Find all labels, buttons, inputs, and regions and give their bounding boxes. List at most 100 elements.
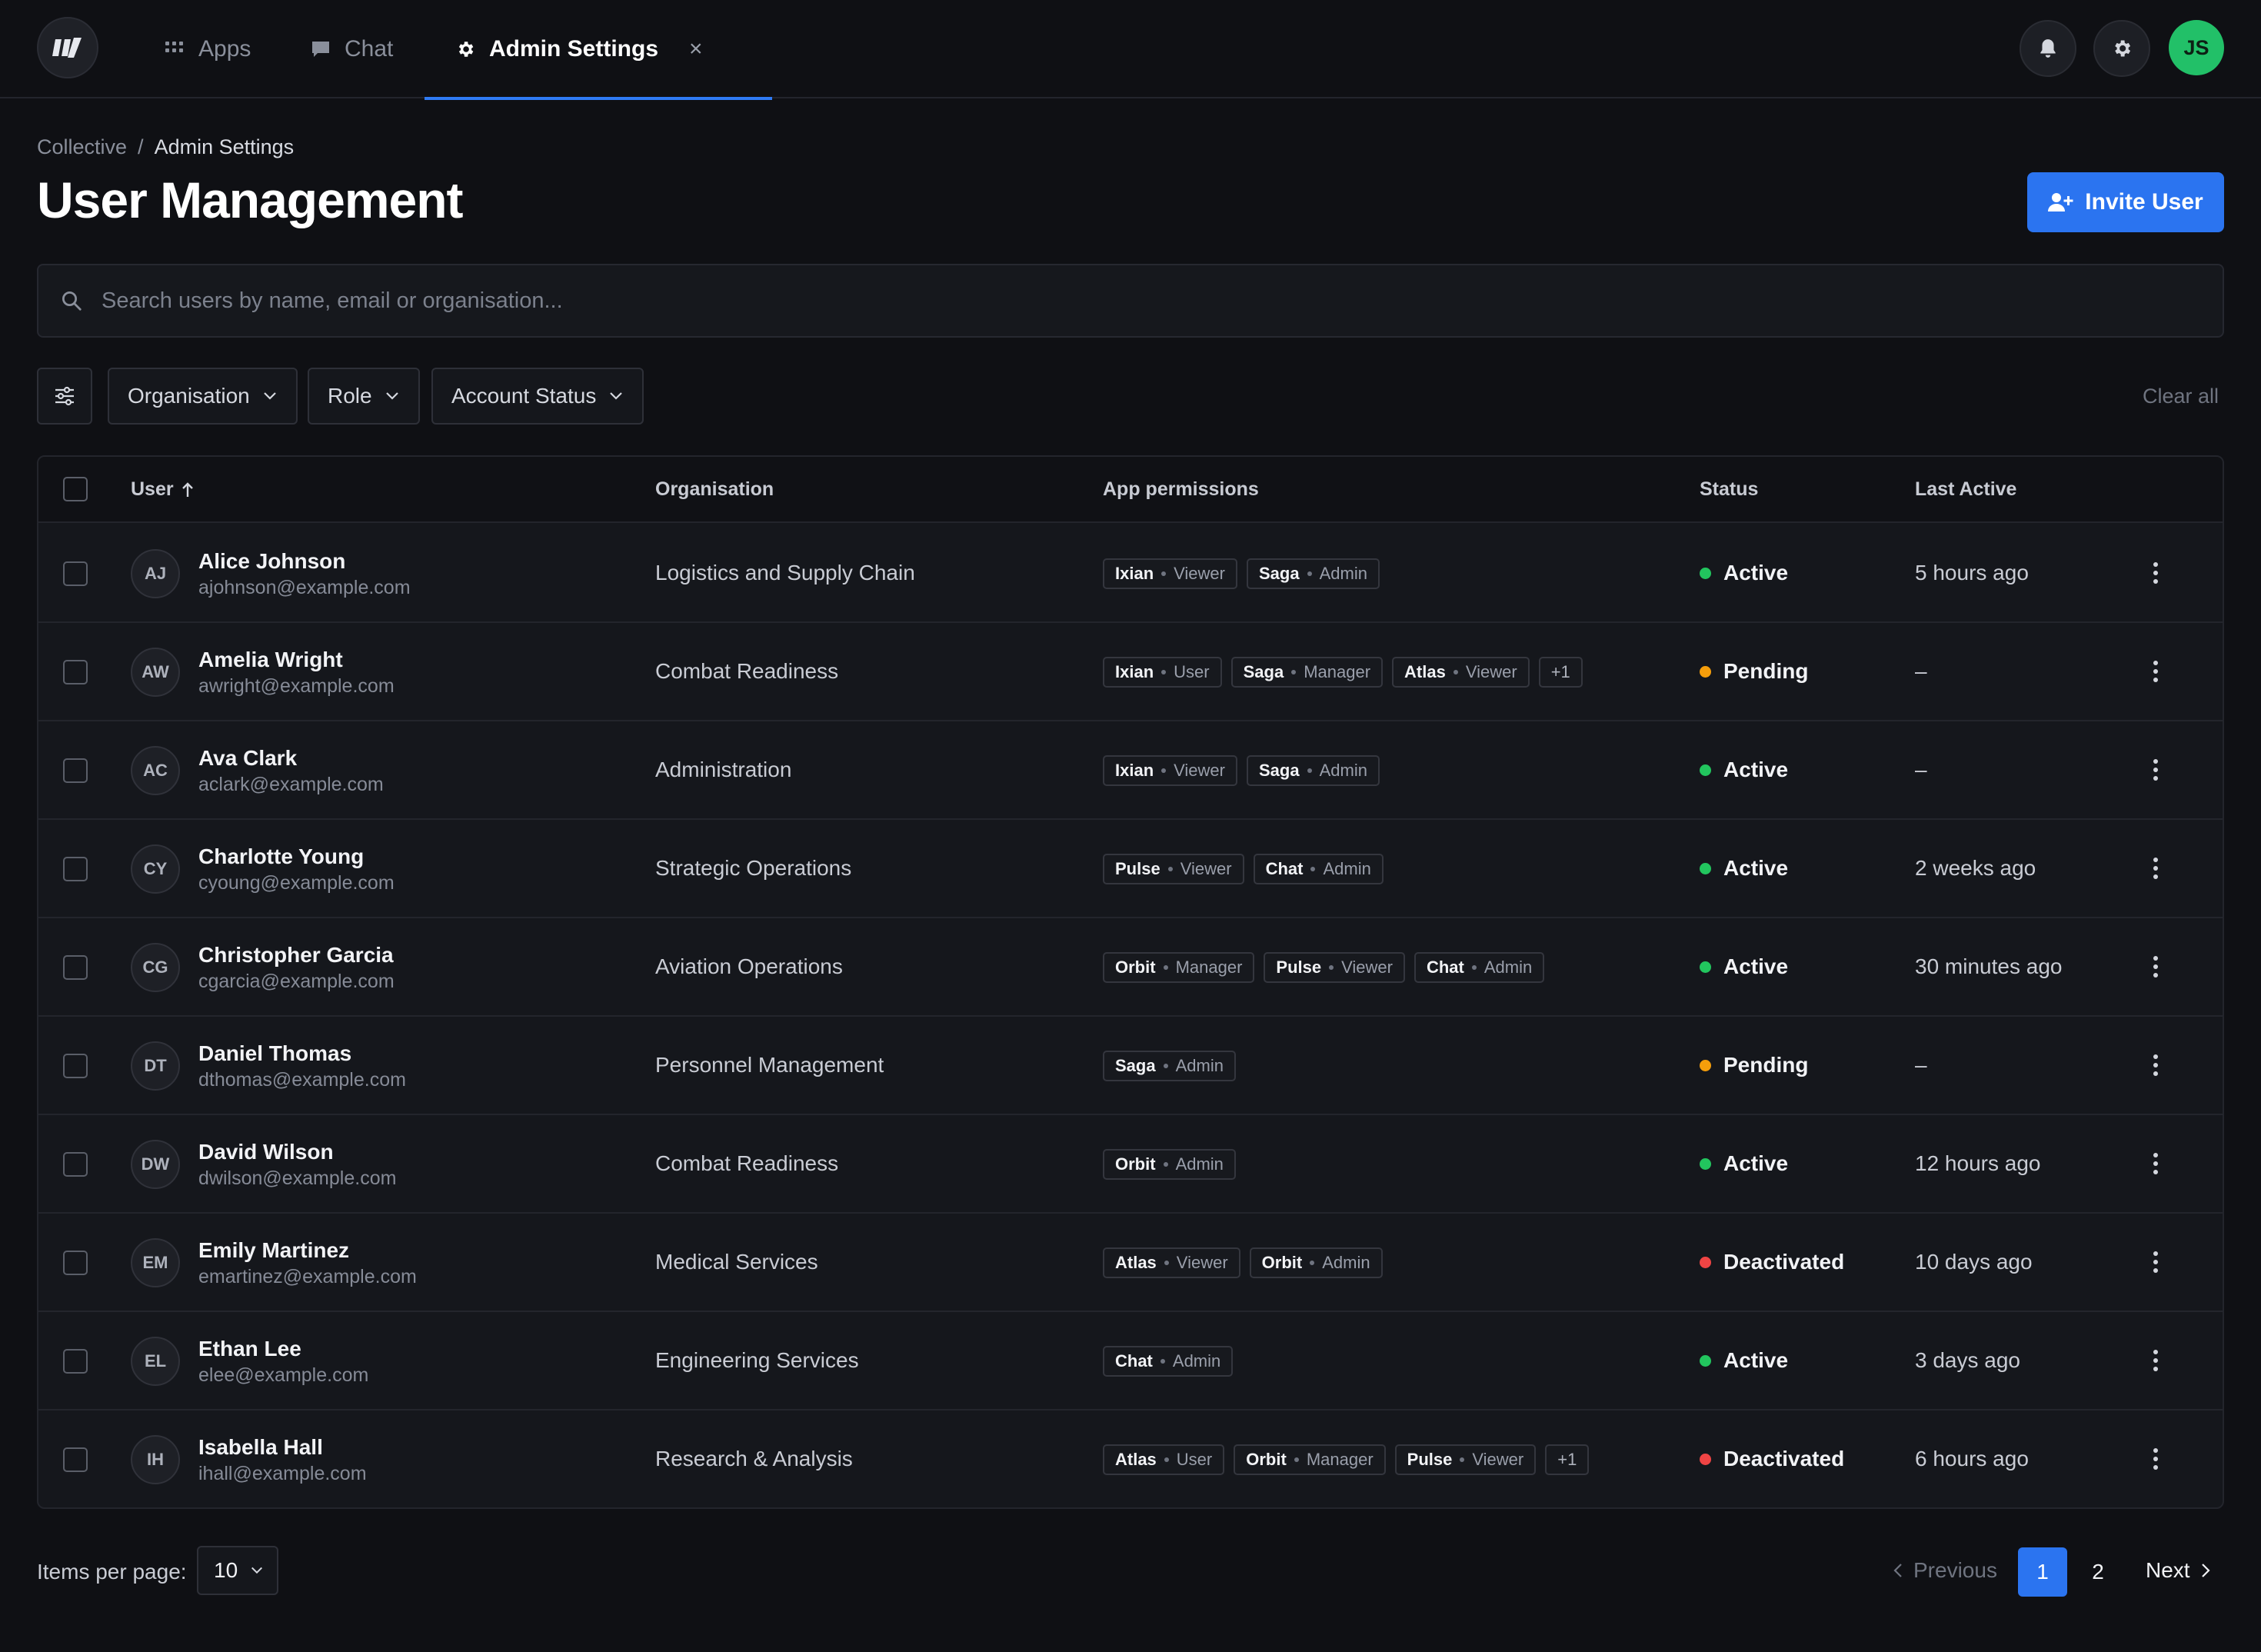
table-row[interactable]: EM Emily Martinez emartinez@example.com Med… — [38, 1214, 2223, 1312]
separator-dot-icon — [1329, 965, 1334, 970]
permission-app: Orbit — [1261, 1253, 1303, 1272]
grid-icon — [165, 39, 185, 59]
invite-user-button[interactable]: Invite User — [2027, 172, 2224, 232]
user-organisation: Aviation Operations — [655, 954, 843, 978]
status-dot-icon — [1700, 1157, 1711, 1170]
row-checkbox[interactable] — [63, 1349, 88, 1374]
page-1-button[interactable]: 1 — [2018, 1547, 2067, 1597]
close-tab-icon[interactable]: × — [689, 36, 703, 62]
column-header-organisation[interactable]: Organisation — [655, 478, 774, 501]
permission-role: Manager — [1304, 662, 1371, 681]
last-active: – — [1915, 758, 1927, 781]
user-email: dwilson@example.com — [198, 1167, 397, 1189]
column-header-last-active[interactable]: Last Active — [1915, 478, 2016, 501]
select-all-checkbox[interactable] — [63, 477, 88, 501]
user-email: aclark@example.com — [198, 774, 384, 795]
user-email: ihall@example.com — [198, 1463, 367, 1484]
row-actions-menu-icon[interactable] — [2146, 555, 2166, 591]
row-checkbox[interactable] — [63, 1054, 88, 1078]
app-permissions: Atlas User Orbit Manager Pulse Viewer +1 — [1103, 1444, 1590, 1475]
row-actions-menu-icon[interactable] — [2146, 752, 2166, 788]
organisation-filter[interactable]: Organisation — [108, 368, 298, 425]
role-filter[interactable]: Role — [308, 368, 420, 425]
last-active: – — [1915, 1053, 1927, 1077]
user-organisation: Personnel Management — [655, 1053, 884, 1077]
page-2-button[interactable]: 2 — [2073, 1547, 2123, 1597]
tab-chat[interactable]: Chat — [311, 0, 393, 98]
separator-dot-icon — [1163, 965, 1168, 970]
separator-dot-icon — [1163, 1064, 1168, 1068]
user-organisation: Medical Services — [655, 1250, 818, 1274]
notifications-button[interactable] — [2020, 20, 2076, 77]
more-permissions-badge[interactable]: +1 — [1545, 1444, 1590, 1475]
account-status-filter[interactable]: Account Status — [431, 368, 644, 425]
row-actions-menu-icon[interactable] — [2146, 654, 2166, 689]
table-row[interactable]: CG Christopher Garcia cgarcia@example.com A… — [38, 918, 2223, 1017]
status-badge: Active — [1700, 1151, 1788, 1176]
row-actions-menu-icon[interactable] — [2146, 1146, 2166, 1181]
row-actions-menu-icon[interactable] — [2146, 1441, 2166, 1477]
status-badge: Pending — [1700, 659, 1808, 684]
row-checkbox[interactable] — [63, 857, 88, 881]
row-actions-menu-icon[interactable] — [2146, 1047, 2166, 1083]
row-checkbox[interactable] — [63, 660, 88, 684]
table-row[interactable]: DW David Wilson dwilson@example.com Combat … — [38, 1115, 2223, 1214]
next-page-button[interactable]: Next — [2146, 1558, 2210, 1583]
permission-app: Chat — [1115, 1351, 1153, 1371]
status-label: Pending — [1723, 659, 1809, 683]
permission-badge: Atlas Viewer — [1103, 1247, 1240, 1278]
row-checkbox[interactable] — [63, 1251, 88, 1275]
row-actions-menu-icon[interactable] — [2146, 851, 2166, 886]
permission-app: Saga — [1259, 761, 1300, 780]
permission-role: User — [1176, 1450, 1213, 1469]
avatar: CY — [131, 844, 180, 894]
row-checkbox[interactable] — [63, 758, 88, 783]
last-active: 30 minutes ago — [1915, 954, 2063, 978]
avatar: EM — [131, 1238, 180, 1287]
row-actions-menu-icon[interactable] — [2146, 949, 2166, 984]
tab-chat-label: Chat — [345, 36, 394, 62]
status-badge: Active — [1700, 1348, 1788, 1373]
user-email: cyoung@example.com — [198, 872, 395, 894]
row-checkbox[interactable] — [63, 1447, 88, 1472]
account-status-filter-label: Account Status — [451, 384, 597, 408]
row-checkbox[interactable] — [63, 1152, 88, 1177]
row-actions-menu-icon[interactable] — [2146, 1244, 2166, 1280]
user-avatar[interactable]: JS — [2169, 20, 2224, 75]
more-permissions-badge[interactable]: +1 — [1538, 657, 1583, 688]
permission-role: User — [1174, 662, 1210, 681]
tab-admin-settings[interactable]: Admin Settings × — [425, 0, 771, 100]
search-input[interactable] — [102, 288, 2101, 314]
table-row[interactable]: DT Daniel Thomas dthomas@example.com Person… — [38, 1017, 2223, 1115]
user-name: Isabella Hall — [198, 1435, 323, 1459]
table-row[interactable]: AW Amelia Wright awright@example.com Combat… — [38, 623, 2223, 721]
separator-dot-icon — [1307, 571, 1312, 576]
user-email: dthomas@example.com — [198, 1069, 406, 1091]
settings-button[interactable] — [2093, 20, 2150, 77]
app-logo[interactable] — [37, 17, 98, 78]
table-row[interactable]: AJ Alice Johnson ajohnson@example.com Logis… — [38, 525, 2223, 623]
row-checkbox[interactable] — [63, 955, 88, 980]
row-actions-menu-icon[interactable] — [2146, 1343, 2166, 1378]
table-row[interactable]: AC Ava Clark aclark@example.com Administrat… — [38, 721, 2223, 820]
items-per-page-select[interactable]: 10 — [197, 1546, 278, 1595]
tab-apps[interactable]: Apps — [165, 0, 251, 98]
previous-page-button[interactable]: Previous — [1893, 1558, 1997, 1583]
clear-all-filters-button[interactable]: Clear all — [2143, 385, 2219, 408]
column-header-user[interactable]: User — [131, 478, 194, 501]
table-row[interactable]: EL Ethan Lee elee@example.com Engineering S… — [38, 1312, 2223, 1411]
row-checkbox[interactable] — [63, 561, 88, 586]
separator-dot-icon — [1460, 1457, 1465, 1462]
column-header-status[interactable]: Status — [1700, 478, 1758, 501]
breadcrumb-root[interactable]: Collective — [37, 135, 127, 159]
chevron-down-icon — [263, 392, 276, 400]
table-row[interactable]: IH Isabella Hall ihall@example.com Research… — [38, 1411, 2223, 1507]
table-header: User Organisation App permissions Status… — [38, 457, 2223, 523]
user-name: Christopher Garcia — [198, 943, 394, 967]
permission-badge: Ixian Viewer — [1103, 558, 1237, 589]
filter-settings-button[interactable] — [37, 368, 92, 425]
app-permissions: Orbit Admin — [1103, 1149, 1236, 1180]
last-active: 3 days ago — [1915, 1348, 2020, 1372]
status-dot-icon — [1700, 665, 1711, 678]
table-row[interactable]: CY Charlotte Young cyoung@example.com Strat… — [38, 820, 2223, 918]
